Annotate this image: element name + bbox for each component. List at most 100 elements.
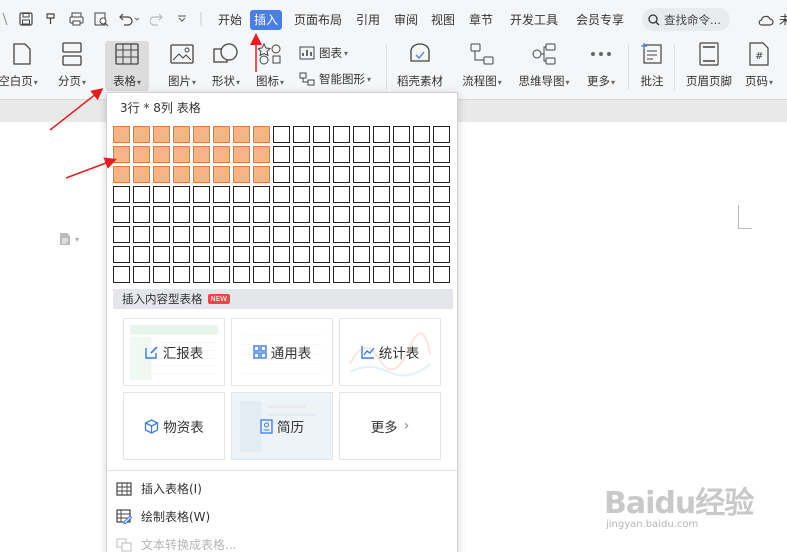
grid-cell[interactable] <box>333 166 350 183</box>
chart-button[interactable]: 图表 ▾ <box>298 45 348 61</box>
grid-cell[interactable] <box>353 186 370 203</box>
grid-cell[interactable] <box>253 246 270 263</box>
grid-cell-selected[interactable] <box>153 166 170 183</box>
grid-cell[interactable] <box>293 166 310 183</box>
grid-cell-selected[interactable] <box>113 146 130 163</box>
tab-references[interactable]: 引用 <box>352 10 384 30</box>
grid-cell[interactable] <box>353 266 370 283</box>
page-break-button[interactable]: 分页▾ <box>52 41 92 89</box>
grid-cell[interactable] <box>153 186 170 203</box>
grid-cell[interactable] <box>153 226 170 243</box>
grid-cell-selected[interactable] <box>173 166 190 183</box>
smart-art-button[interactable]: 智能图形 ▾ <box>298 71 371 87</box>
grid-cell[interactable] <box>413 166 430 183</box>
grid-cell-selected[interactable] <box>153 126 170 143</box>
grid-cell[interactable] <box>273 206 290 223</box>
grid-cell[interactable] <box>313 266 330 283</box>
grid-cell-selected[interactable] <box>113 166 130 183</box>
grid-cell-selected[interactable] <box>173 146 190 163</box>
grid-cell[interactable] <box>373 246 390 263</box>
grid-cell[interactable] <box>253 186 270 203</box>
grid-cell[interactable] <box>413 206 430 223</box>
grid-cell-selected[interactable] <box>213 146 230 163</box>
grid-cell[interactable] <box>233 226 250 243</box>
grid-cell[interactable] <box>133 186 150 203</box>
grid-cell-selected[interactable] <box>233 166 250 183</box>
grid-cell-selected[interactable] <box>173 126 190 143</box>
grid-cell[interactable] <box>433 206 450 223</box>
tab-view[interactable]: 视图 <box>427 10 459 30</box>
grid-cell[interactable] <box>393 146 410 163</box>
more-button[interactable]: 更多▾ <box>582 41 620 89</box>
grid-cell[interactable] <box>433 186 450 203</box>
insert-table-item[interactable]: 插入表格(I) <box>115 480 202 497</box>
grid-cell[interactable] <box>373 226 390 243</box>
grid-cell[interactable] <box>313 146 330 163</box>
mindmap-button[interactable]: 思维导图▾ <box>514 41 574 89</box>
supplies-table-card[interactable]: 物资表 <box>123 392 225 460</box>
grid-cell-selected[interactable] <box>153 146 170 163</box>
grid-cell[interactable] <box>133 206 150 223</box>
picture-button[interactable]: 图片▾ <box>162 41 202 89</box>
paragraph-handle[interactable]: ▾ <box>58 232 79 246</box>
save-icon[interactable] <box>17 10 35 28</box>
grid-cell[interactable] <box>233 266 250 283</box>
grid-cell[interactable] <box>173 266 190 283</box>
grid-cell[interactable] <box>393 246 410 263</box>
grid-cell[interactable] <box>213 226 230 243</box>
grid-cell-selected[interactable] <box>133 146 150 163</box>
grid-cell[interactable] <box>313 226 330 243</box>
grid-cell[interactable] <box>253 206 270 223</box>
grid-cell[interactable] <box>133 246 150 263</box>
grid-cell[interactable] <box>293 226 310 243</box>
grid-cell-selected[interactable] <box>253 146 270 163</box>
grid-cell[interactable] <box>333 126 350 143</box>
general-table-card[interactable]: 通用表 <box>231 318 333 386</box>
grid-cell[interactable] <box>393 166 410 183</box>
grid-cell[interactable] <box>113 186 130 203</box>
grid-cell-selected[interactable] <box>133 166 150 183</box>
grid-cell[interactable] <box>293 126 310 143</box>
grid-cell[interactable] <box>193 226 210 243</box>
grid-cell-selected[interactable] <box>193 166 210 183</box>
docer-material-button[interactable]: 稻壳素材 <box>392 41 448 89</box>
grid-cell[interactable] <box>273 166 290 183</box>
grid-cell[interactable] <box>413 146 430 163</box>
grid-cell-selected[interactable] <box>113 126 130 143</box>
grid-cell[interactable] <box>113 246 130 263</box>
grid-cell[interactable] <box>133 226 150 243</box>
grid-cell[interactable] <box>273 186 290 203</box>
grid-cell[interactable] <box>313 206 330 223</box>
resume-card[interactable]: 简历 <box>231 392 333 460</box>
grid-cell[interactable] <box>373 266 390 283</box>
grid-cell[interactable] <box>113 266 130 283</box>
undo-icon[interactable] <box>117 10 141 28</box>
grid-cell-selected[interactable] <box>213 166 230 183</box>
tab-page-layout[interactable]: 页面布局 <box>290 10 346 30</box>
grid-cell[interactable] <box>393 226 410 243</box>
grid-cell[interactable] <box>333 226 350 243</box>
grid-cell[interactable] <box>293 206 310 223</box>
grid-cell[interactable] <box>153 266 170 283</box>
print-preview-icon[interactable] <box>92 10 110 28</box>
grid-cell[interactable] <box>393 186 410 203</box>
grid-cell-selected[interactable] <box>213 126 230 143</box>
grid-cell[interactable] <box>353 146 370 163</box>
grid-cell[interactable] <box>433 266 450 283</box>
grid-cell[interactable] <box>273 226 290 243</box>
grid-cell[interactable] <box>433 146 450 163</box>
grid-cell[interactable] <box>113 206 130 223</box>
grid-cell[interactable] <box>393 126 410 143</box>
customize-toolbar-icon[interactable] <box>173 10 191 28</box>
grid-cell[interactable] <box>233 246 250 263</box>
grid-cell[interactable] <box>433 246 450 263</box>
grid-cell[interactable] <box>333 186 350 203</box>
table-size-grid[interactable] <box>113 126 453 284</box>
grid-cell[interactable] <box>373 186 390 203</box>
grid-cell[interactable] <box>213 246 230 263</box>
grid-cell-selected[interactable] <box>133 126 150 143</box>
flowchart-button[interactable]: 流程图▾ <box>456 41 508 89</box>
grid-cell[interactable] <box>413 126 430 143</box>
grid-cell[interactable] <box>193 186 210 203</box>
grid-cell[interactable] <box>313 186 330 203</box>
